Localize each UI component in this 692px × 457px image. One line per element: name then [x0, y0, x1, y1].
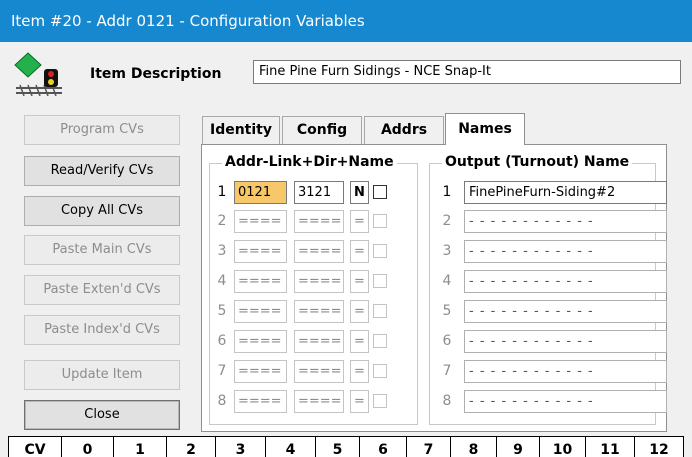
addr-field[interactable]: ====: [234, 270, 287, 293]
row-number: 6: [217, 333, 227, 349]
turnout-name-field[interactable]: - - - - - - - - - - - -: [464, 210, 667, 233]
addr-field[interactable]: ====: [234, 390, 287, 413]
turnout-name-field[interactable]: - - - - - - - - - - - -: [464, 240, 667, 263]
turnout-name-field[interactable]: - - - - - - - - - - - -: [464, 390, 667, 413]
name-checkbox[interactable]: [373, 274, 387, 288]
dialog-client-area: Item Description Fine Pine Furn Sidings …: [0, 42, 692, 457]
cv-header-cell: 5: [315, 436, 360, 457]
dir-field[interactable]: =: [350, 270, 369, 293]
dir-field[interactable]: =: [350, 240, 369, 263]
row-number: 1: [442, 184, 452, 200]
addr-field[interactable]: ====: [234, 360, 287, 383]
cv-header-cell: 9: [496, 436, 540, 457]
link-field[interactable]: ====: [294, 240, 344, 263]
output-turnout-name-group: Output (Turnout) Name 1 FinePineFurn-Sid…: [429, 154, 667, 425]
names-tab-panel: Addr-Link+Dir+Name 1 0121 3121 N 2 ==== …: [201, 144, 667, 432]
name-checkbox[interactable]: [373, 214, 387, 228]
copy-all-cvs-button[interactable]: Copy All CVs: [24, 196, 180, 226]
cv-header-cell: CV: [8, 436, 62, 457]
link-field[interactable]: ====: [294, 360, 344, 383]
row-number: 2: [442, 213, 452, 229]
cv-header-cell: 12: [634, 436, 684, 457]
close-button[interactable]: Close: [24, 400, 180, 430]
turnout-name-field[interactable]: - - - - - - - - - - - -: [464, 300, 667, 323]
row-number: 8: [217, 393, 227, 409]
cv-header-cell: 10: [539, 436, 586, 457]
tab-config[interactable]: Config: [282, 116, 362, 144]
tab-addrs[interactable]: Addrs: [364, 116, 444, 144]
dir-field[interactable]: =: [350, 210, 369, 233]
row-number: 7: [442, 363, 452, 379]
cv-header-cell: 8: [450, 436, 497, 457]
window-title: Item #20 - Addr 0121 - Configuration Var…: [11, 12, 365, 30]
dir-field[interactable]: =: [350, 390, 369, 413]
dir-field[interactable]: =: [350, 360, 369, 383]
dir-field[interactable]: N: [350, 181, 369, 204]
paste-extended-cvs-button[interactable]: Paste Exten'd CVs: [24, 275, 180, 305]
program-cvs-button[interactable]: Program CVs: [24, 115, 180, 145]
link-field[interactable]: ====: [294, 300, 344, 323]
addr-field[interactable]: ====: [234, 300, 287, 323]
cv-header-cell: 3: [215, 436, 266, 457]
row-number: 4: [217, 273, 227, 289]
addr-field[interactable]: ====: [234, 240, 287, 263]
row-number: 2: [217, 213, 227, 229]
row-number: 5: [442, 303, 452, 319]
cv-header-cell: 7: [406, 436, 451, 457]
cv-table-header: CV 0 1 2 3 4 5 6 7 8 9 10 11 12: [0, 436, 692, 457]
row-number: 7: [217, 363, 227, 379]
addr-group-title: Addr-Link+Dir+Name: [222, 154, 397, 170]
signal-track-icon: [14, 52, 62, 96]
name-checkbox[interactable]: [373, 394, 387, 408]
link-field[interactable]: 3121: [294, 181, 344, 204]
turnout-name-field[interactable]: - - - - - - - - - - - -: [464, 270, 667, 293]
cv-header-cell: 11: [585, 436, 635, 457]
link-field[interactable]: ====: [294, 390, 344, 413]
cv-header-cell: 6: [359, 436, 407, 457]
item-description-input[interactable]: Fine Pine Furn Sidings - NCE Snap-It: [253, 60, 681, 84]
row-number: 5: [217, 303, 227, 319]
name-checkbox[interactable]: [373, 304, 387, 318]
name-checkbox[interactable]: [373, 244, 387, 258]
row-number: 3: [442, 243, 452, 259]
item-description-label: Item Description: [90, 66, 222, 82]
turnout-name-field[interactable]: - - - - - - - - - - - -: [464, 330, 667, 353]
turnout-name-field[interactable]: FinePineFurn-Siding#2: [464, 181, 667, 204]
tab-identity[interactable]: Identity: [202, 116, 280, 144]
names-group-title: Output (Turnout) Name: [442, 154, 633, 170]
read-verify-cvs-button[interactable]: Read/Verify CVs: [24, 156, 180, 186]
cv-header-cell: 2: [166, 436, 216, 457]
paste-main-cvs-button[interactable]: Paste Main CVs: [24, 235, 180, 265]
row-number: 8: [442, 393, 452, 409]
link-field[interactable]: ====: [294, 270, 344, 293]
addr-field[interactable]: ====: [234, 330, 287, 353]
row-number: 6: [442, 333, 452, 349]
dir-field[interactable]: =: [350, 330, 369, 353]
tab-names[interactable]: Names: [445, 113, 525, 145]
link-field[interactable]: ====: [294, 330, 344, 353]
row-number: 1: [217, 184, 227, 200]
window-title-bar[interactable]: Item #20 - Addr 0121 - Configuration Var…: [0, 0, 692, 42]
cv-header-cell: 4: [265, 436, 316, 457]
turnout-name-field[interactable]: - - - - - - - - - - - -: [464, 360, 667, 383]
addr-field[interactable]: ====: [234, 210, 287, 233]
link-field[interactable]: ====: [294, 210, 344, 233]
cv-header-cell: 0: [61, 436, 114, 457]
cv-header-cell: 1: [113, 436, 167, 457]
update-item-button[interactable]: Update Item: [24, 360, 180, 390]
dir-field[interactable]: =: [350, 300, 369, 323]
paste-indexed-cvs-button[interactable]: Paste Index'd CVs: [24, 315, 180, 345]
row-number: 3: [217, 243, 227, 259]
name-checkbox[interactable]: [373, 364, 387, 378]
addr-link-dir-name-group: Addr-Link+Dir+Name 1 0121 3121 N 2 ==== …: [209, 154, 418, 425]
addr-field[interactable]: 0121: [234, 181, 287, 204]
row-number: 4: [442, 273, 452, 289]
name-checkbox[interactable]: [373, 334, 387, 348]
name-checkbox[interactable]: [373, 185, 387, 199]
